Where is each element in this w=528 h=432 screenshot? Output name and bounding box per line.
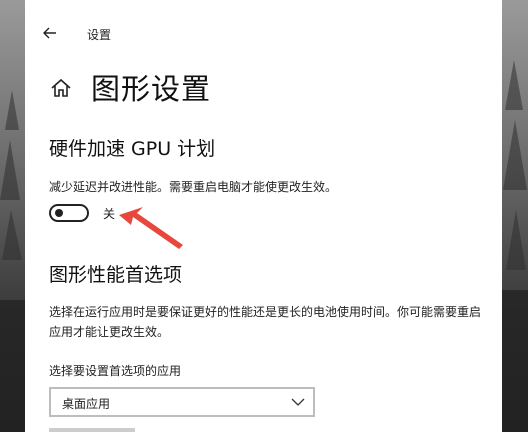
app-type-selected-value: 桌面应用: [62, 397, 111, 411]
app-type-dropdown[interactable]: 桌面应用: [49, 387, 315, 417]
window-title: 设置: [87, 28, 112, 42]
toggle-state-label: 关: [103, 207, 116, 221]
page-header: 图形设置: [49, 68, 469, 108]
home-icon[interactable]: [49, 76, 73, 100]
app-select-label: 选择要设置首选项的应用: [49, 364, 182, 378]
toggle-knob: [55, 209, 63, 217]
graphics-preference-heading: 图形性能首选项: [49, 264, 183, 286]
settings-window: 设置 图形设置 硬件加速 GPU 计划 减少延迟并改进性能。需要重启电脑才能使更…: [25, 0, 502, 432]
gpu-scheduling-toggle[interactable]: [49, 204, 89, 222]
browse-button[interactable]: [49, 428, 135, 432]
annotation-arrow-icon: [119, 207, 183, 249]
gpu-scheduling-description: 减少延迟并改进性能。需要重启电脑才能使更改生效。: [49, 180, 338, 194]
graphics-preference-description: 选择在运行应用时是要保证更好的性能还是更长的电池使用时间。你可能需要重启应用才能…: [49, 305, 482, 339]
chevron-down-icon: [291, 398, 305, 406]
page-title: 图形设置: [91, 72, 212, 106]
back-arrow-icon: [43, 27, 56, 39]
title-bar: 设置: [25, 18, 502, 48]
gpu-scheduling-heading: 硬件加速 GPU 计划: [49, 138, 216, 160]
back-button[interactable]: [39, 22, 61, 44]
